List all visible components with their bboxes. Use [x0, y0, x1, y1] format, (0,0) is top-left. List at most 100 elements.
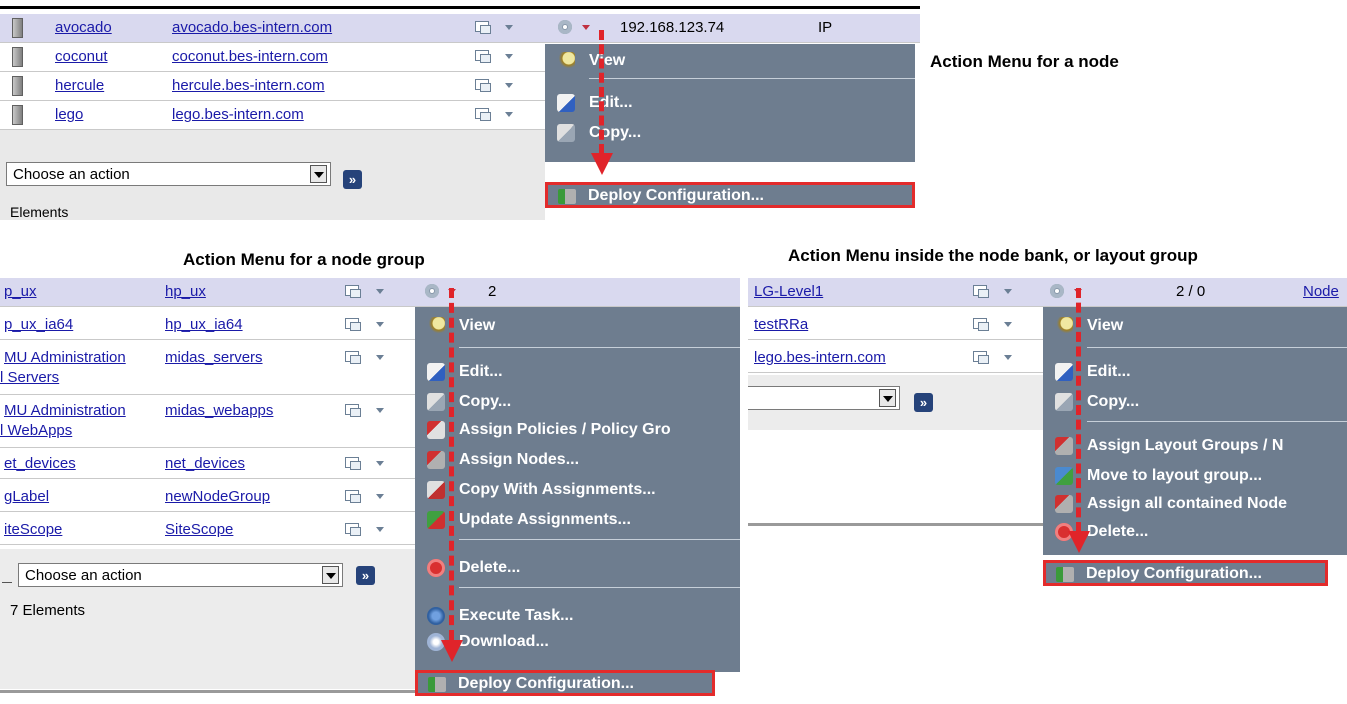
menu-item-assign-all-contained[interactable]: Assign all contained Node — [1043, 491, 1347, 517]
gear-icon[interactable] — [558, 20, 572, 34]
group-name-link[interactable]: MU Administration — [4, 402, 126, 419]
table-row[interactable]: lego lego.bes-intern.com — [0, 101, 545, 130]
menu-item-edit[interactable]: Edit... — [415, 359, 740, 385]
menu-item-assign-policies[interactable]: Assign Policies / Policy Gro — [415, 417, 740, 443]
group-name-link-line2[interactable]: l Servers — [0, 369, 59, 386]
node-host-link[interactable]: lego.bes-intern.com — [172, 106, 304, 123]
chevron-down-icon[interactable] — [1004, 322, 1012, 327]
layout-group-link[interactable]: LG-Level1 — [754, 283, 823, 300]
window-icon[interactable] — [475, 108, 491, 121]
table-row[interactable]: testRRa — [748, 311, 1043, 340]
table-row[interactable]: iteScope SiteScope — [0, 516, 415, 545]
group-name-link[interactable]: iteScope — [4, 521, 62, 538]
menu-item-assign-layout-groups[interactable]: Assign Layout Groups / N — [1043, 433, 1347, 459]
chevron-down-icon[interactable] — [505, 112, 513, 117]
action-select[interactable]: Choose an action — [18, 563, 343, 587]
group-id-link[interactable]: SiteScope — [165, 521, 233, 538]
node-name-link[interactable]: hercule — [55, 77, 104, 94]
chevron-down-icon[interactable] — [505, 54, 513, 59]
menu-item-move-to-layout-group[interactable]: Move to layout group... — [1043, 463, 1347, 489]
group-id-link[interactable]: net_devices — [165, 455, 245, 472]
window-icon[interactable] — [475, 50, 491, 63]
chevron-down-icon[interactable] — [310, 165, 327, 183]
menu-item-download[interactable]: Download... — [415, 629, 740, 655]
chevron-down-icon[interactable] — [879, 389, 896, 407]
node-name-link[interactable]: lego — [55, 106, 83, 123]
menu-item-deploy-configuration[interactable]: Deploy Configuration... — [1043, 560, 1328, 586]
chevron-down-icon[interactable] — [322, 566, 339, 584]
action-select[interactable]: Choose an action — [6, 162, 331, 186]
menu-item-delete[interactable]: Delete... — [415, 555, 740, 581]
group-name-link-line2[interactable]: l WebApps — [0, 422, 72, 439]
menu-item-copy-with-assignments[interactable]: Copy With Assignments... — [415, 477, 740, 503]
chevron-down-icon[interactable] — [376, 527, 384, 532]
group-id-link[interactable]: hp_ux_ia64 — [165, 316, 243, 333]
table-row[interactable]: MU Administration l Servers midas_server… — [0, 344, 415, 395]
menu-item-assign-nodes[interactable]: Assign Nodes... — [415, 447, 740, 473]
go-button[interactable]: » — [356, 566, 375, 585]
chevron-down-icon[interactable] — [1004, 289, 1012, 294]
menu-item-view[interactable]: View — [415, 313, 740, 339]
gear-icon[interactable] — [425, 284, 439, 298]
menu-item-copy[interactable]: Copy... — [1043, 389, 1347, 415]
table-row[interactable]: p_ux_ia64 hp_ux_ia64 — [0, 311, 415, 340]
chevron-down-icon[interactable] — [505, 83, 513, 88]
table-row[interactable]: coconut coconut.bes-intern.com — [0, 43, 545, 72]
menu-item-deploy-configuration[interactable]: Deploy Configuration... — [545, 182, 915, 208]
node-host-link[interactable]: hercule.bes-intern.com — [172, 77, 325, 94]
table-row[interactable]: MU Administration l WebApps midas_webapp… — [0, 397, 415, 448]
table-row[interactable]: gLabel newNodeGroup — [0, 483, 415, 512]
chevron-down-icon[interactable] — [376, 408, 384, 413]
group-name-link[interactable]: MU Administration — [4, 349, 126, 366]
chevron-down-icon[interactable] — [376, 461, 384, 466]
node-name-link[interactable]: avocado — [55, 19, 112, 36]
table-row[interactable]: LG-Level1 2 / 0 Node — [748, 278, 1347, 307]
group-id-link[interactable]: hp_ux — [165, 283, 206, 300]
node-link[interactable]: Node — [1303, 283, 1339, 300]
window-icon[interactable] — [345, 318, 361, 331]
chevron-down-icon[interactable] — [505, 25, 513, 30]
go-button[interactable]: » — [914, 393, 933, 412]
window-icon[interactable] — [345, 404, 361, 417]
group-name-link[interactable]: p_ux — [4, 283, 37, 300]
chevron-down-icon[interactable] — [582, 25, 590, 30]
window-icon[interactable] — [973, 285, 989, 298]
layout-group-link[interactable]: testRRa — [754, 316, 808, 333]
go-button[interactable]: » — [343, 170, 362, 189]
chevron-down-icon[interactable] — [1004, 355, 1012, 360]
table-row[interactable]: avocado avocado.bes-intern.com 192.168.1… — [0, 14, 920, 43]
window-icon[interactable] — [973, 318, 989, 331]
window-icon[interactable] — [345, 285, 361, 298]
chevron-down-icon[interactable] — [376, 322, 384, 327]
group-id-link[interactable]: midas_webapps — [165, 402, 273, 419]
group-id-link[interactable]: midas_servers — [165, 349, 263, 366]
layout-group-link[interactable]: lego.bes-intern.com — [754, 349, 886, 366]
chevron-down-icon[interactable] — [376, 289, 384, 294]
table-row[interactable]: et_devices net_devices — [0, 450, 415, 479]
group-name-link[interactable]: gLabel — [4, 488, 49, 505]
window-icon[interactable] — [475, 79, 491, 92]
group-name-link[interactable]: et_devices — [4, 455, 76, 472]
table-row[interactable]: lego.bes-intern.com — [748, 344, 1043, 373]
menu-item-edit[interactable]: Edit... — [1043, 359, 1347, 385]
menu-item-execute-task[interactable]: Execute Task... — [415, 603, 740, 629]
window-icon[interactable] — [345, 523, 361, 536]
menu-item-view[interactable]: View — [1043, 313, 1347, 339]
menu-item-deploy-configuration[interactable]: Deploy Configuration... — [415, 670, 715, 696]
node-host-link[interactable]: coconut.bes-intern.com — [172, 48, 328, 65]
window-icon[interactable] — [345, 490, 361, 503]
group-name-link[interactable]: p_ux_ia64 — [4, 316, 73, 333]
chevron-down-icon[interactable] — [376, 494, 384, 499]
window-icon[interactable] — [475, 21, 491, 34]
menu-item-update-assignments[interactable]: Update Assignments... — [415, 507, 740, 533]
table-row[interactable]: hercule hercule.bes-intern.com — [0, 72, 545, 101]
menu-item-copy[interactable]: Copy... — [415, 389, 740, 415]
node-name-link[interactable]: coconut — [55, 48, 108, 65]
node-host-link[interactable]: avocado.bes-intern.com — [172, 19, 332, 36]
gear-icon[interactable] — [1050, 284, 1064, 298]
window-icon[interactable] — [345, 351, 361, 364]
action-select[interactable] — [748, 386, 900, 410]
window-icon[interactable] — [345, 457, 361, 470]
window-icon[interactable] — [973, 351, 989, 364]
chevron-down-icon[interactable] — [376, 355, 384, 360]
